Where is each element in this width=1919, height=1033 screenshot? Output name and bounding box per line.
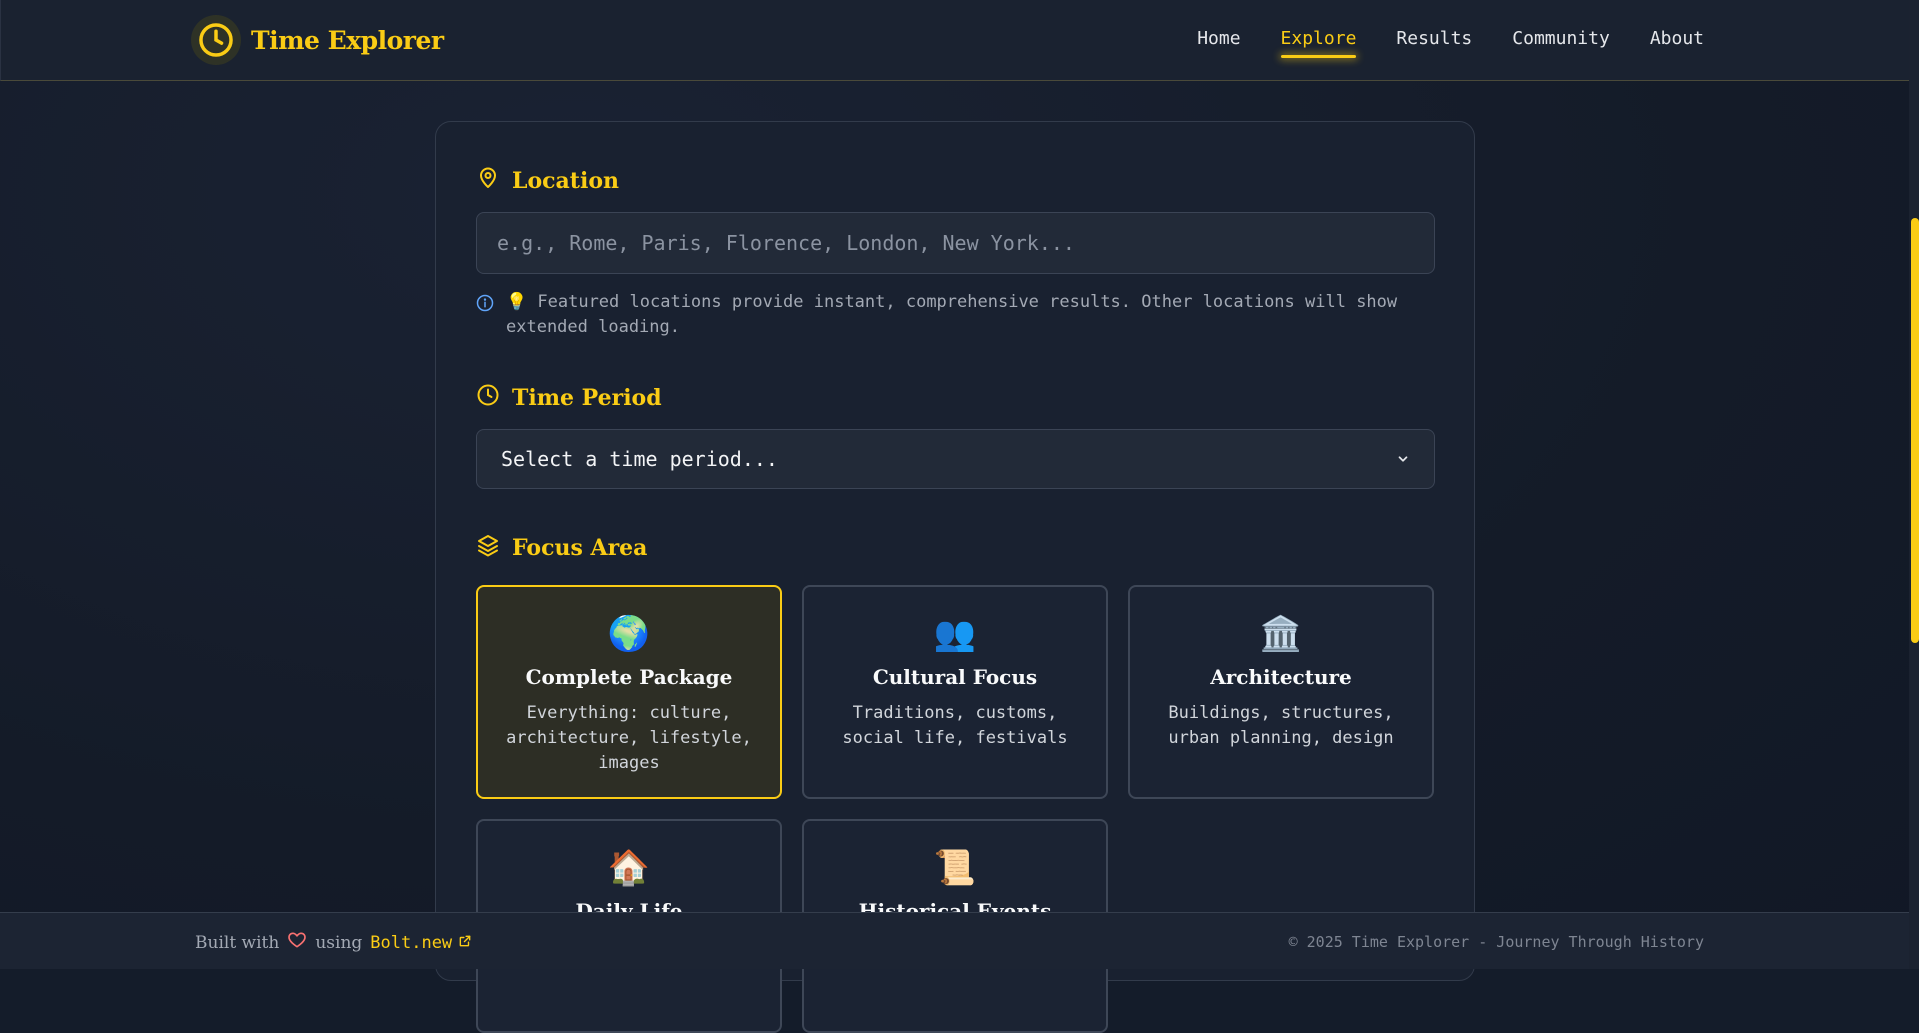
classical-building-icon: 🏛️ — [1259, 614, 1303, 654]
time-period-selected: Select a time period... — [501, 447, 778, 471]
focus-option-title: Complete Package — [525, 665, 733, 689]
location-section-title: Location — [476, 166, 619, 196]
nav-explore[interactable]: Explore — [1280, 28, 1356, 58]
page-footer: Built with using Bolt.new © 2025 Time Ex… — [0, 912, 1909, 969]
focus-option-title: Architecture — [1210, 665, 1352, 689]
main-nav: Home Explore Results Community About — [1197, 28, 1704, 58]
heart-icon — [287, 930, 307, 955]
focus-option-desc: Traditions, customs, social life, festiv… — [842, 703, 1068, 748]
brand-name: Time Explorer — [251, 25, 444, 55]
location-input[interactable] — [476, 212, 1435, 274]
globe-icon: 🌍 — [607, 614, 651, 654]
focus-option-complete-package[interactable]: 🌍 Complete Package Everything: culture, … — [476, 585, 782, 799]
focus-option-desc: Buildings, structures, urban planning, d… — [1168, 703, 1394, 748]
nav-results[interactable]: Results — [1396, 28, 1472, 49]
info-icon — [476, 294, 494, 340]
focus-option-desc: Everything: culture, architecture, lifes… — [506, 703, 752, 773]
time-period-section-title: Time Period — [476, 383, 662, 413]
focus-option-architecture[interactable]: 🏛️ Architecture Buildings, structures, u… — [1128, 585, 1434, 799]
time-period-select[interactable]: Select a time period... — [476, 429, 1435, 489]
nav-home[interactable]: Home — [1197, 28, 1240, 49]
clock-icon — [191, 15, 241, 65]
chevron-down-icon — [1396, 447, 1410, 471]
scrollbar-thumb[interactable] — [1911, 218, 1919, 643]
focus-option-title: Cultural Focus — [872, 665, 1038, 689]
built-with: Built with using Bolt.new — [195, 930, 472, 955]
copyright: © 2025 Time Explorer - Journey Through H… — [1288, 933, 1704, 951]
bolt-link-label: Bolt.new — [370, 932, 453, 953]
layers-icon — [476, 533, 500, 563]
map-pin-icon — [476, 166, 500, 196]
using-text: using — [315, 932, 363, 953]
explore-form-card: Location 💡 Featured locations provide in… — [435, 121, 1475, 1033]
clock-icon — [476, 383, 500, 413]
nav-community[interactable]: Community — [1512, 28, 1610, 49]
brand-logo[interactable]: Time Explorer — [191, 14, 444, 66]
scroll-icon: 📜 — [933, 848, 977, 888]
location-label: Location — [512, 168, 619, 194]
built-with-text: Built with — [195, 932, 280, 953]
focus-option-cultural-focus[interactable]: 👥 Cultural Focus Traditions, customs, so… — [802, 585, 1108, 799]
bolt-link[interactable]: Bolt.new — [370, 933, 472, 953]
house-icon: 🏠 — [607, 848, 651, 888]
focus-area-label: Focus Area — [512, 535, 648, 561]
nav-about[interactable]: About — [1650, 28, 1704, 49]
focus-area-section-title: Focus Area — [476, 533, 647, 563]
top-header: Time Explorer Home Explore Results Commu… — [0, 0, 1909, 81]
external-link-icon — [458, 933, 472, 953]
time-period-label: Time Period — [512, 385, 662, 411]
location-hint: 💡 Featured locations provide instant, co… — [476, 290, 1436, 340]
location-hint-text: 💡 Featured locations provide instant, co… — [506, 292, 1398, 337]
people-icon: 👥 — [933, 614, 977, 654]
